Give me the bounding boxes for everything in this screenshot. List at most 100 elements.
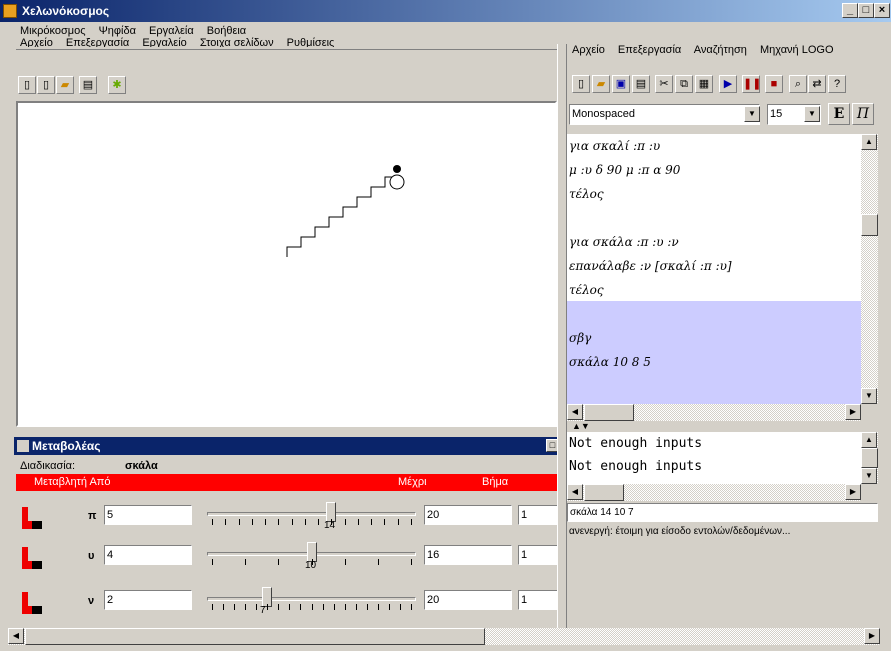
status-text: ανενεργή: έτοιμη για είσοδο εντολών/δεδο… <box>569 526 791 537</box>
scroll-left-arrow[interactable]: ◀ <box>8 628 24 644</box>
left-menu-pages[interactable]: Στοιχα σελίδων <box>200 37 274 47</box>
close-button[interactable]: × <box>874 3 890 18</box>
output-hscroll-thumb[interactable] <box>584 484 624 501</box>
maximize-button[interactable]: □ <box>858 3 874 18</box>
code-line: για σκάλα :π :υ :ν <box>569 235 679 249</box>
open-folder-icon[interactable]: ▰ <box>592 75 610 93</box>
menu-psifida[interactable]: Ψηφίδα <box>99 25 136 37</box>
menu-mikrokosmos[interactable]: Μικρόκοσμος <box>20 25 86 37</box>
turtle-icon <box>389 174 405 190</box>
to-field[interactable]: 20 <box>424 590 512 610</box>
command-input[interactable]: σκάλα 14 10 7 <box>567 503 878 522</box>
bold-button[interactable]: Ε <box>828 103 850 125</box>
editor-vscroll[interactable]: ▲ ▼ <box>861 134 878 404</box>
left-menu-edit[interactable]: Επεξεργασία <box>66 37 129 47</box>
play-icon[interactable]: ▶ <box>719 75 737 93</box>
code-line: τέλος <box>569 283 604 297</box>
font-dropdown-arrow[interactable]: ▼ <box>744 106 760 122</box>
print-icon[interactable]: ▤ <box>79 76 97 94</box>
cut-icon[interactable]: ✂ <box>655 75 673 93</box>
turtle-icon[interactable]: ✱ <box>108 76 126 94</box>
open-folder-icon[interactable]: ▰ <box>56 76 74 94</box>
font-select[interactable]: Monospaced <box>569 104 760 125</box>
menu-ergaleia[interactable]: Εργαλεία <box>149 25 194 37</box>
output-hscroll[interactable]: ◀ ▶ <box>567 484 861 501</box>
editor-hscroll[interactable]: ◀ ▶ <box>567 404 861 421</box>
left-menu-file[interactable]: Αρχείο <box>20 37 53 47</box>
header-variable-from: Μεταβλητή Από <box>34 476 111 488</box>
slider-ticks <box>207 604 416 610</box>
scroll-right-arrow[interactable]: ▶ <box>864 628 880 644</box>
from-field[interactable]: 5 <box>104 505 192 525</box>
variable-icon <box>22 507 42 529</box>
editor-menubar: Αρχείο Επεξεργασία Αναζήτηση Μηχανή LOGO <box>572 44 844 58</box>
turtle-head <box>393 165 401 173</box>
header-step: Βήμα <box>482 476 509 488</box>
copy-icon[interactable]: ⧉ <box>675 75 693 93</box>
header-to: Μέχρι <box>398 476 427 488</box>
print-icon[interactable]: ▤ <box>632 75 650 93</box>
replace-icon[interactable]: ⇄ <box>808 75 826 93</box>
scroll-up-arrow[interactable]: ▲ <box>861 432 877 448</box>
turtle-drawing <box>286 165 405 257</box>
splitter[interactable] <box>557 44 567 630</box>
title-bar: Χελωνόκοσμος _ □ × <box>0 0 891 22</box>
from-field[interactable]: 2 <box>104 590 192 610</box>
output-line: Not enough inputs <box>569 459 703 474</box>
divider <box>16 49 557 50</box>
scroll-right-arrow[interactable]: ▶ <box>845 484 861 500</box>
new-page-icon[interactable]: ▯ <box>18 76 36 94</box>
italic-button[interactable]: Π <box>852 103 874 125</box>
editor-menu-search[interactable]: Αναζήτηση <box>694 44 747 56</box>
step-field[interactable]: 1 <box>518 590 558 610</box>
scroll-left-arrow[interactable]: ◀ <box>567 484 583 500</box>
step-field[interactable]: 1 <box>518 505 558 525</box>
main-hscroll-thumb[interactable] <box>25 628 485 645</box>
variators-titlebar: Μεταβολέας □ <box>14 437 562 455</box>
paste-icon[interactable]: ▦ <box>695 75 713 93</box>
minimize-button[interactable]: _ <box>842 3 858 18</box>
variable-name: π <box>88 510 97 522</box>
to-field[interactable]: 20 <box>424 505 512 525</box>
variable-icon <box>22 592 42 614</box>
output-vscroll-thumb[interactable] <box>861 448 878 468</box>
step-field[interactable]: 1 <box>518 545 558 565</box>
code-editor[interactable]: για σκαλί :π :υ μ :υ δ 90 μ :π α 90 τέλος γ… <box>567 134 861 404</box>
left-menu-tool[interactable]: Εργαλείο <box>142 37 186 47</box>
editor-menu-logo-engine[interactable]: Μηχανή LOGO <box>760 44 834 56</box>
pause-icon[interactable]: ❚❚ <box>742 75 761 93</box>
editor-hscroll-thumb[interactable] <box>584 404 634 421</box>
find-icon[interactable]: ⌕ <box>789 75 807 93</box>
scroll-right-arrow[interactable]: ▶ <box>845 404 861 420</box>
size-dropdown-arrow[interactable]: ▼ <box>804 106 820 122</box>
scroll-down-arrow[interactable]: ▼ <box>861 468 877 484</box>
turtle-canvas[interactable] <box>16 101 557 427</box>
main-hscroll[interactable]: ◀ ▶ <box>8 628 880 645</box>
editor-menu-edit[interactable]: Επεξεργασία <box>618 44 681 56</box>
variator-icon <box>17 440 29 452</box>
code-line: σβγ <box>569 331 592 345</box>
staircase-path <box>286 176 397 257</box>
output-vscroll[interactable]: ▲ ▼ <box>861 432 878 484</box>
code-line: για σκαλί :π :υ <box>569 139 661 153</box>
scroll-left-arrow[interactable]: ◀ <box>567 404 583 420</box>
left-menu-settings[interactable]: Ρυθμίσεις <box>287 37 335 47</box>
editor-menu-file[interactable]: Αρχείο <box>572 44 605 56</box>
procedure-name: σκάλα <box>125 460 158 472</box>
new-icon[interactable]: ▯ <box>572 75 590 93</box>
save-icon[interactable]: ▣ <box>612 75 630 93</box>
slider-ticks <box>207 519 416 525</box>
new-icon[interactable]: ▯ <box>37 76 55 94</box>
output-console: Not enough inputs Not enough inputs <box>567 432 861 484</box>
menu-voitheia[interactable]: Βοήθεια <box>207 25 246 37</box>
stop-icon[interactable]: ■ <box>765 75 783 93</box>
scroll-up-arrow[interactable]: ▲ <box>861 134 877 150</box>
from-field[interactable]: 4 <box>104 545 192 565</box>
split-arrows-icon[interactable]: ▲▼ <box>572 422 590 431</box>
help-icon[interactable]: ? <box>828 75 846 93</box>
window-title: Χελωνόκοσμος <box>22 4 110 18</box>
editor-vscroll-thumb[interactable] <box>861 214 878 236</box>
app-icon <box>3 4 17 18</box>
to-field[interactable]: 16 <box>424 545 512 565</box>
scroll-down-arrow[interactable]: ▼ <box>861 388 877 404</box>
